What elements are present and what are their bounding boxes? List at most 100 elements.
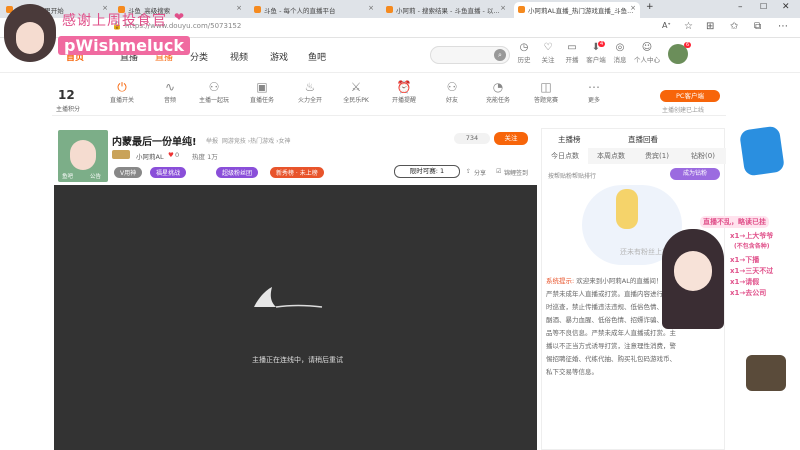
breadcrumb-item[interactable]: 网游竞技	[222, 138, 246, 145]
quick-item-label: 充能任务	[485, 97, 510, 104]
nav-fishbar[interactable]: 鱼吧	[308, 50, 326, 63]
level-icon	[112, 150, 130, 159]
room-avatar[interactable]: 鱼吧 公告	[58, 130, 108, 182]
overlay-avatar-illustration	[4, 4, 56, 62]
nav-video[interactable]: 视频	[230, 50, 248, 63]
nav-category[interactable]: 分类	[190, 50, 208, 63]
header-label: 开播	[565, 56, 579, 64]
share-button[interactable]: 分享	[474, 168, 486, 177]
favorite-star-icon[interactable]: ☆	[684, 21, 693, 32]
pc-client-subtitle: 主播创建已上线	[662, 107, 705, 114]
search-input[interactable]: ⌕	[430, 46, 510, 64]
anchor-rank-tab[interactable]: 主播榜	[558, 134, 581, 145]
quick-item-label: 直播任务	[249, 97, 274, 104]
heart-icon: ♡	[543, 42, 553, 53]
signin-button[interactable]: 锦鲤签到	[504, 168, 528, 177]
nav-games[interactable]: 游戏	[270, 50, 288, 63]
search-icon[interactable]: ⌕	[494, 49, 506, 61]
limited-time-badge[interactable]: 限时可赛: 1	[394, 165, 460, 178]
new-tab-icon[interactable]: +	[646, 2, 654, 12]
maximize-icon[interactable]: ☐	[760, 2, 767, 11]
close-icon[interactable]: ×	[236, 4, 242, 12]
collections-icon[interactable]: ⊞	[706, 21, 714, 32]
quick-item[interactable]: ♨ 火力全开	[288, 79, 332, 104]
header-label: 个人中心	[634, 56, 660, 64]
tab-favicon-icon	[386, 6, 393, 13]
quick-item[interactable]: ⏻ 直播开关	[100, 79, 144, 104]
video-player[interactable]: 主播正在连线中，请稍后重试	[54, 185, 537, 450]
header-label: 客户端	[586, 56, 606, 64]
read-aloud-icon[interactable]: Aᐩ	[662, 21, 671, 30]
close-icon[interactable]: ×	[630, 4, 636, 12]
power-icon: ⏻	[117, 80, 127, 94]
browser-tab[interactable]: 斗鱼 - 每个人的直播平台 ×	[250, 2, 378, 18]
rookie-rank-pill[interactable]: 新秀榜 · 未上榜	[270, 167, 324, 178]
streamer-name[interactable]: 小阿莉AL	[136, 151, 164, 161]
anchor-score-label: 主播积分	[56, 106, 81, 113]
header-start-live[interactable]: ▭ 开播	[560, 42, 584, 64]
side-sticker-logo	[728, 118, 798, 188]
signin-icon: ☑	[496, 168, 502, 175]
browser-tab-active[interactable]: 小阿莉AL直播_热门游戏直播_斗鱼... ×	[514, 2, 640, 18]
quick-item[interactable]: ◔ 充能任务	[476, 79, 520, 104]
extensions-icon[interactable]: ⧉	[754, 21, 761, 32]
pk-icon: ⚔	[350, 80, 362, 94]
sticker-line: x1→请假	[730, 278, 760, 286]
mascot-illustration	[616, 189, 638, 229]
anchor-score-value: 12	[58, 88, 75, 102]
header-profile[interactable]: ☺ 个人中心	[632, 42, 662, 64]
header-label: 关注	[541, 56, 555, 64]
sticker-logo-shape	[738, 125, 786, 177]
sticker-heading: 直播不乱，略读已挂	[700, 216, 769, 228]
header-follow[interactable]: ♡ 关注	[536, 42, 560, 64]
rank-tab[interactable]: 贵宾(1)	[634, 148, 680, 164]
quick-item[interactable]: ▣ 直播任务	[240, 79, 284, 104]
replay-tab[interactable]: 直播回看	[628, 134, 658, 145]
settings-more-icon[interactable]: ⋯	[778, 21, 788, 32]
room-avatar-face	[70, 140, 96, 170]
fans-icon: ♥	[168, 151, 174, 159]
rank-tab[interactable]: 本周点数	[588, 148, 634, 164]
pc-client-button[interactable]: PC客户端	[660, 90, 720, 102]
browser-tab[interactable]: 小阿莉 - 搜索结果 - 斗鱼直播 - 以... ×	[382, 2, 510, 18]
minimize-icon[interactable]: –	[738, 2, 743, 12]
header-messages[interactable]: ◎ 消息	[608, 42, 632, 64]
game-event-sticker[interactable]	[746, 355, 786, 391]
follow-button[interactable]: 关注	[494, 132, 528, 145]
breadcrumb-item[interactable]: 举报	[206, 138, 218, 145]
header-history[interactable]: ◷ 历史	[512, 42, 536, 64]
header-client[interactable]: ⬇ 客户端 4	[584, 41, 608, 64]
quick-item[interactable]: ⋯ 更多	[572, 79, 616, 104]
sticker-line: x1→下播	[730, 256, 760, 264]
quick-item[interactable]: ⚔ 全民乐PK	[334, 79, 378, 104]
fan-club-pill[interactable]: 超级粉丝团	[216, 167, 259, 178]
level-badge[interactable]: V用神	[114, 167, 143, 178]
quick-item[interactable]: ⏰ 开播提醒	[382, 79, 426, 104]
rank-tab[interactable]: 钻粉(0)	[680, 148, 726, 164]
favorites-bar-icon[interactable]: ✩	[730, 21, 738, 32]
fans-count: 0	[175, 151, 180, 159]
close-icon[interactable]: ×	[368, 4, 374, 12]
bell-icon: ◎	[615, 42, 625, 53]
quick-item[interactable]: ⚇ 主播一起玩	[192, 79, 236, 104]
quick-item-label: 直播开关	[109, 97, 134, 104]
heart-icon: ❤	[174, 10, 185, 24]
breadcrumb-item[interactable]: 女神	[279, 138, 291, 145]
quick-item[interactable]: ◫ 答题竞赛	[524, 79, 568, 104]
become-fan-button[interactable]: 成为钻粉	[670, 168, 720, 180]
breadcrumb: 举报 网游竞技 ›热门游戏 ›女神	[206, 138, 291, 145]
rank-subtitle: 按帮贴粉帮贴排行	[548, 173, 597, 180]
quick-item[interactable]: ⚇ 好友	[430, 79, 474, 104]
rank-tab[interactable]: 今日点数	[542, 148, 588, 164]
close-icon[interactable]: ×	[500, 4, 506, 12]
quick-item-label: 答题竞赛	[533, 97, 558, 104]
avatar-caption[interactable]: 鱼吧	[62, 172, 73, 180]
breadcrumb-item[interactable]: 热门游戏	[250, 138, 274, 145]
sticker-line: x1→去公司	[730, 289, 767, 297]
challenge-pill[interactable]: 福星挑战	[150, 167, 187, 178]
window-close-icon[interactable]: ✕	[782, 2, 790, 12]
avatar-caption[interactable]: 公告	[90, 172, 101, 180]
quick-item[interactable]: ∿ 音频	[148, 79, 192, 104]
fire-icon: ♨	[304, 80, 316, 94]
sticker-line: (不包含各种)	[734, 243, 770, 250]
